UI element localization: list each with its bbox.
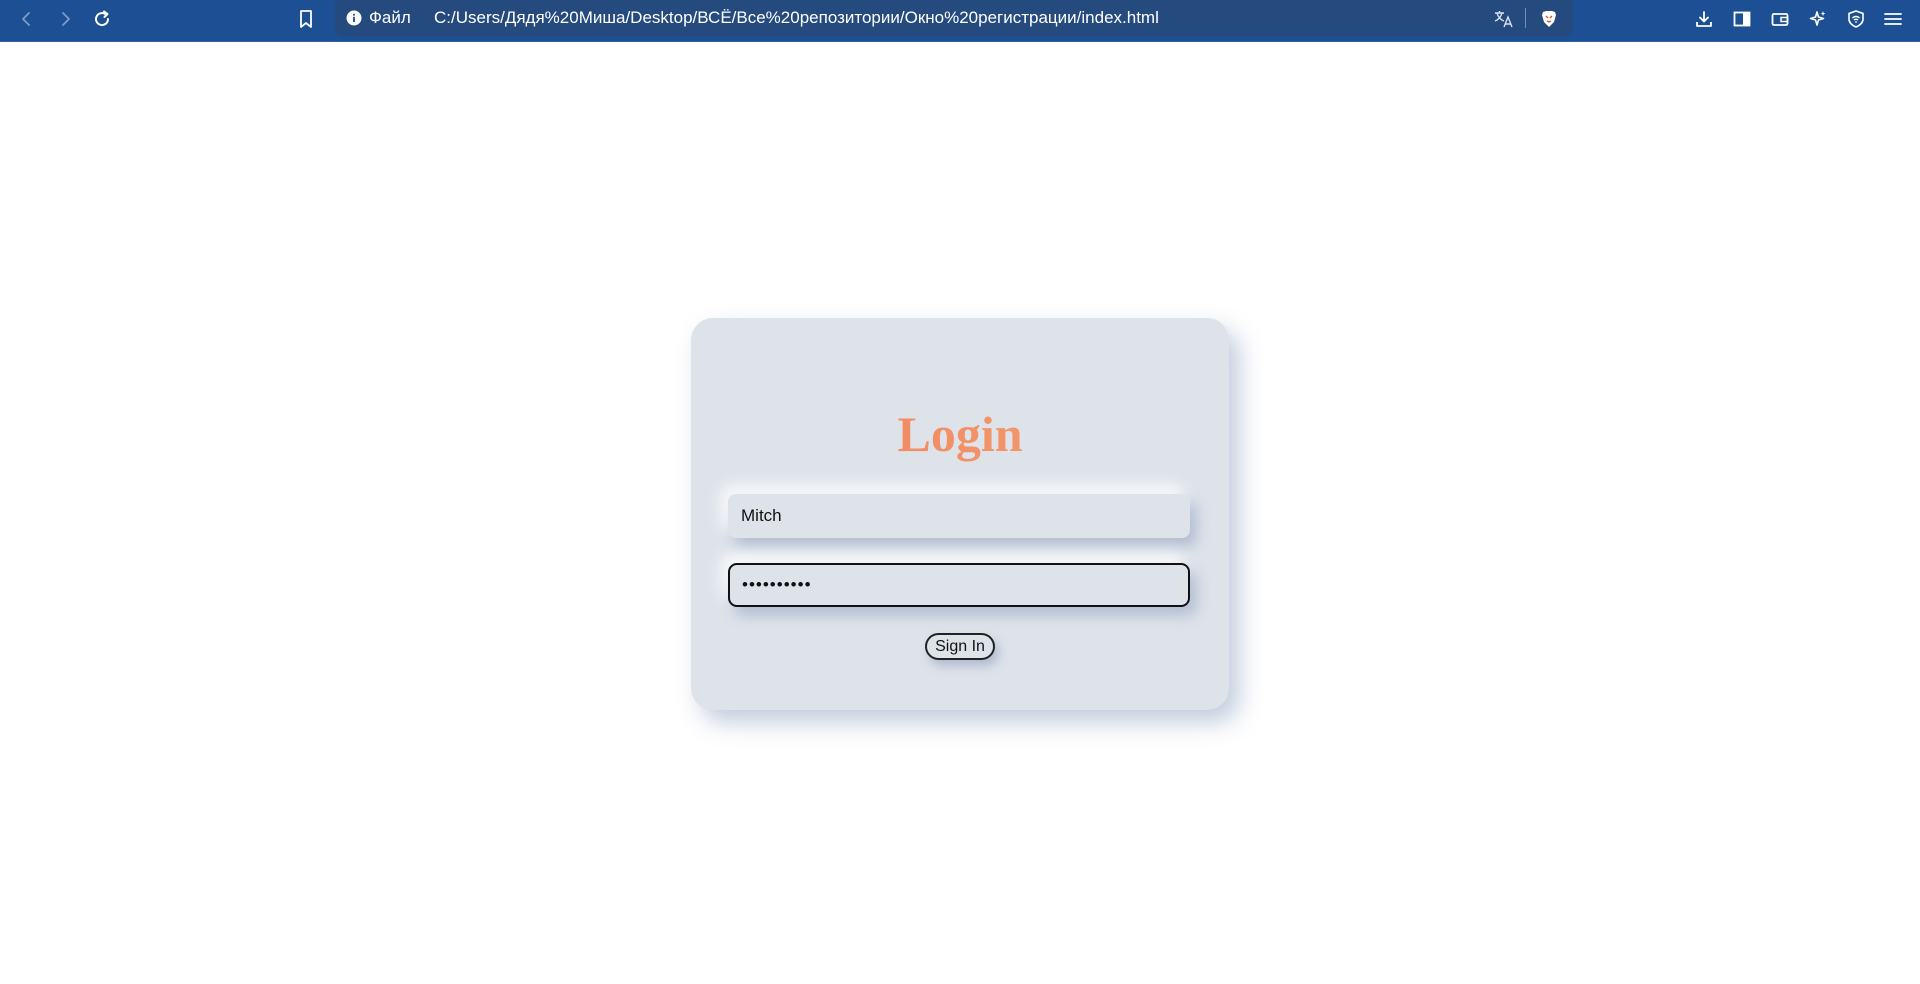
reload-button[interactable]	[88, 5, 116, 33]
vpn-button[interactable]	[1842, 5, 1870, 33]
download-icon	[1696, 11, 1712, 27]
sidebar-icon	[1733, 11, 1751, 27]
translate-icon	[1494, 11, 1513, 28]
info-icon[interactable]	[346, 10, 362, 26]
bookmark-button[interactable]	[292, 5, 320, 33]
bookmark-icon	[300, 10, 312, 28]
back-button[interactable]	[13, 5, 41, 33]
sidebar-button[interactable]	[1728, 5, 1756, 33]
username-input[interactable]	[728, 494, 1190, 538]
reload-icon	[95, 10, 110, 27]
sign-in-button[interactable]: Sign In	[925, 633, 995, 660]
login-title: Login	[691, 404, 1229, 464]
login-card: Login Sign In	[691, 318, 1229, 710]
sparkle-icon	[1809, 11, 1826, 26]
address-scheme-label[interactable]: Файл	[369, 8, 411, 28]
brave-shields-button[interactable]	[1535, 5, 1563, 33]
chevron-left-icon	[22, 12, 30, 26]
hamburger-menu-icon	[1884, 13, 1902, 25]
browser-toolbar: Файл C:/Users/Дядя%20Миша/Desktop/ВСЁ/Вс…	[0, 0, 1920, 42]
shield-wifi-icon	[1848, 10, 1864, 28]
main-menu-button[interactable]	[1879, 5, 1907, 33]
address-url-text[interactable]: C:/Users/Дядя%20Миша/Desktop/ВСЁ/Все%20р…	[434, 8, 1159, 28]
downloads-button[interactable]	[1690, 5, 1718, 33]
brave-lion-icon	[1542, 11, 1556, 27]
leo-button[interactable]	[1804, 5, 1832, 33]
chevron-right-icon	[62, 12, 70, 26]
forward-button[interactable]	[51, 5, 79, 33]
address-divider	[1525, 8, 1526, 28]
translate-button[interactable]	[1490, 5, 1518, 33]
password-input[interactable]	[728, 563, 1190, 607]
wallet-button[interactable]	[1766, 5, 1794, 33]
wallet-icon	[1771, 13, 1789, 26]
